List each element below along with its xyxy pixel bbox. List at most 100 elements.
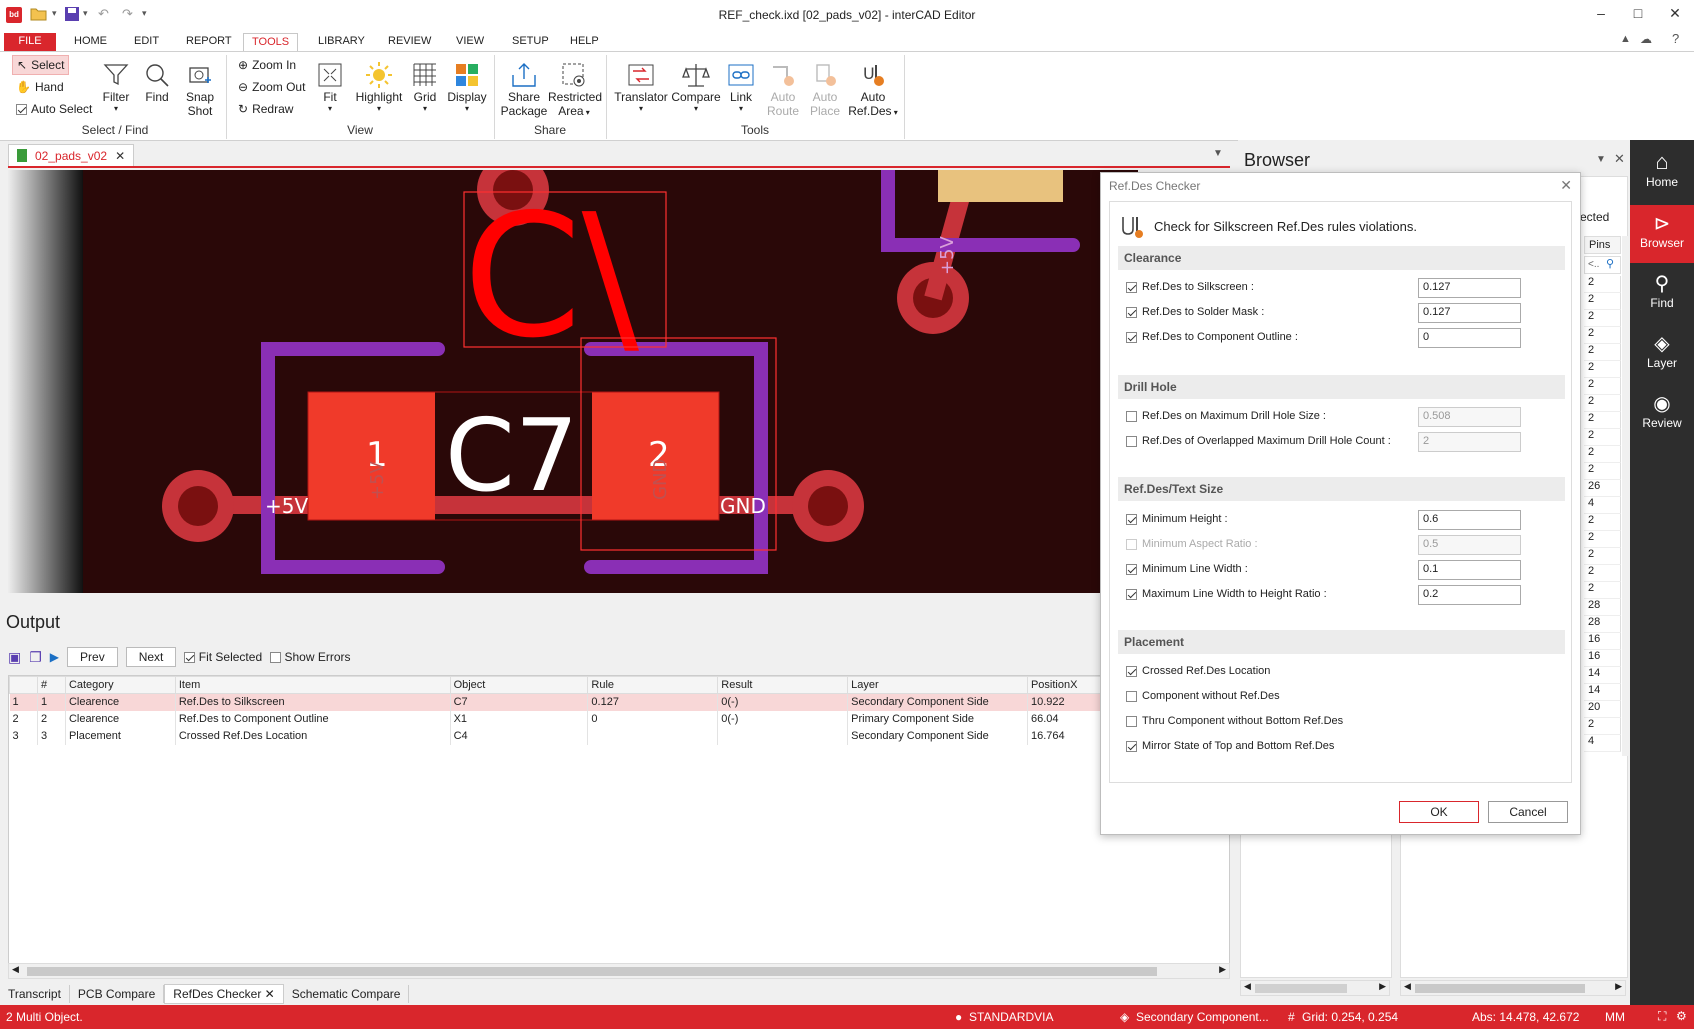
menu-library[interactable]: LIBRARY — [310, 33, 373, 51]
output-hscrollbar[interactable]: ◀ ▶ — [8, 963, 1230, 979]
column-header[interactable]: Rule — [587, 676, 719, 694]
column-header[interactable]: # — [36, 676, 66, 694]
pins-list-item[interactable]: 2 — [1584, 412, 1621, 429]
browser-list-hscrollbar[interactable]: ◀ ▶ — [1400, 980, 1626, 996]
settings-icon[interactable]: ⚙ — [1676, 1009, 1687, 1023]
zoom-in-button[interactable]: ⊕ Zoom In — [234, 55, 300, 75]
cancel-button[interactable]: Cancel — [1488, 801, 1568, 823]
auto-place-button[interactable]: Auto Place — [800, 60, 850, 118]
pins-list-item[interactable]: 2 — [1584, 327, 1621, 344]
highlight-button[interactable]: Highlight ▾ — [353, 60, 405, 113]
status-grid[interactable]: Grid: 0.254, 0.254 — [1302, 1010, 1398, 1024]
pins-list-item[interactable]: 4 — [1584, 497, 1621, 514]
document-tab[interactable]: 02_pads_v02 ✕ — [8, 144, 135, 166]
solder-mask-value-input[interactable]: 0.127 — [1418, 303, 1521, 323]
ribbon-collapse-icon[interactable]: ▲ — [1620, 33, 1631, 45]
scroll-right-icon[interactable]: ▶ — [1219, 964, 1226, 975]
pins-list-item[interactable]: 2 — [1584, 395, 1621, 412]
close-button[interactable]: ✕ — [1660, 5, 1690, 22]
column-header[interactable]: Category — [64, 676, 176, 694]
silkscreen-checkbox[interactable]: Ref.Des to Silkscreen : — [1126, 281, 1254, 293]
close-icon[interactable]: ✕ — [115, 149, 125, 163]
pins-list-item[interactable]: 2 — [1584, 548, 1621, 565]
dialog-close-button[interactable]: ✕ — [1560, 177, 1572, 194]
pins-list-item[interactable]: 2 — [1584, 361, 1621, 378]
pins-list-item[interactable]: 2 — [1584, 718, 1621, 735]
tab-refdes-checker[interactable]: RefDes Checker ✕ — [164, 984, 284, 1004]
pins-list-item[interactable]: 16 — [1584, 633, 1621, 650]
pins-filter[interactable]: <.. — [1584, 256, 1621, 274]
fit-button[interactable]: Fit ▾ — [305, 60, 355, 113]
hand-tool-button[interactable]: ✋ Hand — [12, 77, 68, 97]
rail-find-button[interactable]: ⚲ Find — [1630, 265, 1694, 323]
browser-tree-scrollbar[interactable]: ◀ ▶ — [1240, 980, 1390, 996]
close-icon[interactable]: ✕ — [265, 987, 275, 1001]
show-errors-checkbox[interactable]: Show Errors — [270, 650, 351, 664]
status-unit[interactable]: MM — [1605, 1010, 1625, 1024]
zoom-out-button[interactable]: ⊖ Zoom Out — [234, 77, 309, 97]
maximize-button[interactable]: □ — [1623, 5, 1653, 21]
status-via[interactable]: STANDARDVIA — [969, 1010, 1053, 1024]
min-aspect-input[interactable]: 0.5 — [1418, 535, 1521, 555]
rail-layer-button[interactable]: ◈ Layer — [1630, 325, 1694, 383]
max-ratio-checkbox[interactable]: Maximum Line Width to Height Ratio : — [1126, 588, 1327, 600]
pins-list-item[interactable]: 4 — [1584, 735, 1621, 752]
scrollbar-thumb[interactable] — [27, 967, 1157, 976]
rail-home-button[interactable]: ⌂ Home — [1630, 145, 1694, 203]
panel-close-icon[interactable]: ✕ — [1614, 151, 1625, 167]
table-row[interactable]: 2 2 Clearence Ref.Des to Component Outli… — [9, 710, 1120, 728]
copy-icon[interactable]: ❐ — [29, 649, 42, 666]
prev-button[interactable]: Prev — [67, 647, 118, 667]
column-header[interactable]: Result — [717, 676, 849, 694]
auto-refdes-button[interactable]: U Auto Ref.Des ▾ — [848, 60, 898, 118]
menu-home[interactable]: HOME — [66, 33, 115, 51]
menu-file[interactable]: FILE — [4, 33, 56, 51]
panel-menu-icon[interactable]: ▼ — [1596, 154, 1606, 165]
menu-tools[interactable]: TOOLS — [243, 33, 299, 51]
pins-list-item[interactable]: 2 — [1584, 565, 1621, 582]
pins-list-item[interactable]: 2 — [1584, 531, 1621, 548]
pins-list-item[interactable]: 20 — [1584, 701, 1621, 718]
play-icon[interactable]: ▶ — [50, 650, 59, 664]
menu-review[interactable]: REVIEW — [380, 33, 439, 51]
fullscreen-icon[interactable]: ⛶ — [1658, 1009, 1666, 1024]
select-tool-button[interactable]: ↖ Select — [12, 55, 70, 75]
restricted-area-button[interactable]: Restricted Area ▾ — [548, 60, 602, 118]
fit-selected-checkbox[interactable]: Fit Selected — [184, 650, 262, 664]
browser-list-scrollbar[interactable] — [1622, 236, 1628, 756]
pins-list-item[interactable]: 2 — [1584, 378, 1621, 395]
table-row[interactable]: 3 3 Placement Crossed Ref.Des Location C… — [9, 727, 1120, 745]
pins-list-item[interactable]: 14 — [1584, 684, 1621, 701]
menu-edit[interactable]: EDIT — [126, 33, 167, 51]
browser-tab-label[interactable]: ected — [1580, 210, 1609, 224]
component-outline-value-input[interactable]: 0 — [1418, 328, 1521, 348]
ok-button[interactable]: OK — [1399, 801, 1479, 823]
mirror-state-checkbox[interactable]: Mirror State of Top and Bottom Ref.Des — [1126, 740, 1334, 752]
pins-list-item[interactable]: 16 — [1584, 650, 1621, 667]
pins-list-item[interactable]: 2 — [1584, 293, 1621, 310]
overlapped-drill-input[interactable]: 2 — [1418, 432, 1521, 452]
share-package-button[interactable]: Share Package — [498, 60, 550, 118]
menu-setup[interactable]: SETUP — [504, 33, 557, 51]
translator-button[interactable]: Translator ▾ — [612, 60, 670, 113]
pins-list-item[interactable]: 14 — [1584, 667, 1621, 684]
snapshot-button[interactable]: Snap Shot — [175, 60, 225, 118]
pins-list-item[interactable]: 2 — [1584, 446, 1621, 463]
overlapped-drill-checkbox[interactable]: Ref.Des of Overlapped Maximum Drill Hole… — [1126, 435, 1391, 447]
silkscreen-value-input[interactable]: 0.127 — [1418, 278, 1521, 298]
search-icon[interactable]: ⚲ — [1606, 257, 1614, 270]
help-icon[interactable]: ? — [1672, 31, 1679, 46]
minimize-button[interactable]: – — [1586, 5, 1616, 21]
menu-view[interactable]: VIEW — [448, 33, 492, 51]
pins-list-item[interactable]: 2 — [1584, 276, 1621, 293]
column-header[interactable]: Object — [449, 676, 589, 694]
pins-list-item[interactable]: 2 — [1584, 514, 1621, 531]
component-outline-checkbox[interactable]: Ref.Des to Component Outline : — [1126, 331, 1298, 343]
pcb-canvas[interactable]: C\ 1 2 C7 +5V GND +5V +5V GND — [8, 170, 1138, 593]
auto-select-checkbox[interactable]: Auto Select — [12, 99, 96, 119]
crossed-location-checkbox[interactable]: Crossed Ref.Des Location — [1126, 665, 1270, 677]
save-icon[interactable]: ▣ — [8, 649, 21, 666]
scroll-left-icon[interactable]: ◀ — [12, 964, 19, 975]
min-height-checkbox[interactable]: Minimum Height : — [1126, 513, 1228, 525]
pins-list-item[interactable]: 2 — [1584, 344, 1621, 361]
